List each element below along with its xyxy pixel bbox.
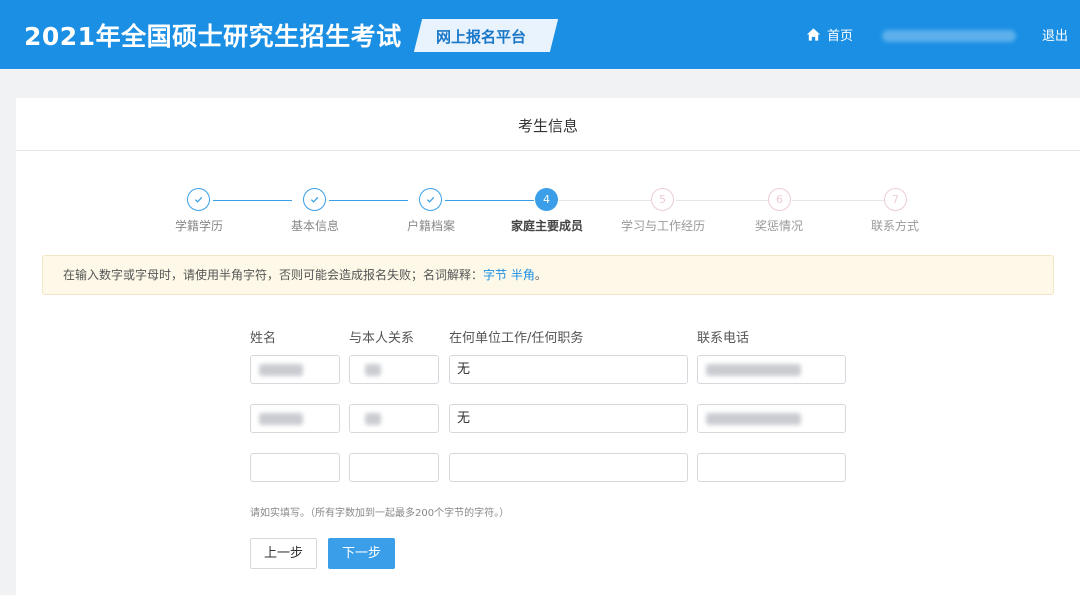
next-step-button[interactable]: 下一步 xyxy=(328,538,395,569)
top-header: 2021年全国硕士研究生招生考试 网上报名平台 首页 退出 xyxy=(0,0,1080,69)
byte-link[interactable]: 字节 xyxy=(483,268,507,282)
platform-badge-label: 网上报名平台 xyxy=(436,28,527,46)
step-connector xyxy=(792,200,884,201)
site-title: 2021年全国硕士研究生招生考试 xyxy=(24,22,402,51)
halfwidth-notice: 在输入数字或字母时，请使用半角字符，否则可能会造成报名失败；名词解释：字节 半角… xyxy=(42,255,1054,295)
step-label: 基本信息 xyxy=(290,219,340,233)
redacted-value xyxy=(706,364,801,376)
family-phone-input[interactable] xyxy=(697,404,846,433)
halfwidth-link[interactable]: 半角 xyxy=(511,268,535,282)
step-6-number: 6 xyxy=(768,188,791,211)
step-label: 学习与工作经历 xyxy=(620,219,706,233)
col-header-phone: 联系电话 xyxy=(697,331,750,346)
step-label: 学籍学历 xyxy=(174,219,224,233)
family-relation-input[interactable] xyxy=(349,453,439,482)
family-name-input[interactable] xyxy=(250,404,340,433)
redacted-value xyxy=(365,413,381,425)
home-label: 首页 xyxy=(827,29,854,44)
step-connector xyxy=(445,200,534,201)
logout-link[interactable]: 退出 xyxy=(1042,25,1068,44)
step-connector xyxy=(676,200,768,201)
step-2-check-icon xyxy=(303,188,326,211)
family-work-input[interactable]: 无 xyxy=(449,355,688,384)
notice-end: 。 xyxy=(534,268,547,282)
step-label: 奖惩情况 xyxy=(754,219,804,233)
step-4-number: 4 xyxy=(535,188,558,211)
redacted-value xyxy=(706,413,801,425)
main-card: 考生信息 4 5 6 7 学籍学历 基本信息 户籍档案 家庭主要成员 学习与工作… xyxy=(16,98,1080,595)
step-3-check-icon xyxy=(419,188,442,211)
col-header-relation: 与本人关系 xyxy=(349,331,415,346)
step-5-number: 5 xyxy=(651,188,674,211)
form-hint: 请如实填写。（所有字数加到一起最多200个字节的字符。） xyxy=(250,508,510,519)
family-relation-input[interactable] xyxy=(349,355,439,384)
step-label-current: 家庭主要成员 xyxy=(510,219,584,233)
prev-step-button[interactable]: 上一步 xyxy=(250,538,317,569)
redacted-value xyxy=(365,364,381,376)
step-1-check-icon xyxy=(187,188,210,211)
step-connector xyxy=(559,200,651,201)
redacted-value xyxy=(259,413,303,425)
family-work-input[interactable] xyxy=(449,453,688,482)
home-link[interactable]: 首页 xyxy=(806,25,853,44)
step-label: 户籍档案 xyxy=(406,219,456,233)
family-phone-input[interactable] xyxy=(697,453,846,482)
family-relation-input[interactable] xyxy=(349,404,439,433)
redacted-value xyxy=(259,364,303,376)
step-connector xyxy=(213,200,292,201)
col-header-name: 姓名 xyxy=(250,331,277,346)
family-phone-input[interactable] xyxy=(697,355,846,384)
step-label: 联系方式 xyxy=(870,219,920,233)
user-name-redacted xyxy=(882,30,1016,42)
home-icon xyxy=(806,28,821,41)
family-work-input[interactable]: 无 xyxy=(449,404,688,433)
col-header-work: 在何单位工作/任何职务 xyxy=(449,331,584,346)
family-name-input[interactable] xyxy=(250,453,340,482)
family-name-input[interactable] xyxy=(250,355,340,384)
page-title: 考生信息 xyxy=(16,98,1080,151)
step-connector xyxy=(329,200,408,201)
step-7-number: 7 xyxy=(884,188,907,211)
notice-text: 在输入数字或字母时，请使用半角字符，否则可能会造成报名失败；名词解释： xyxy=(63,268,484,282)
